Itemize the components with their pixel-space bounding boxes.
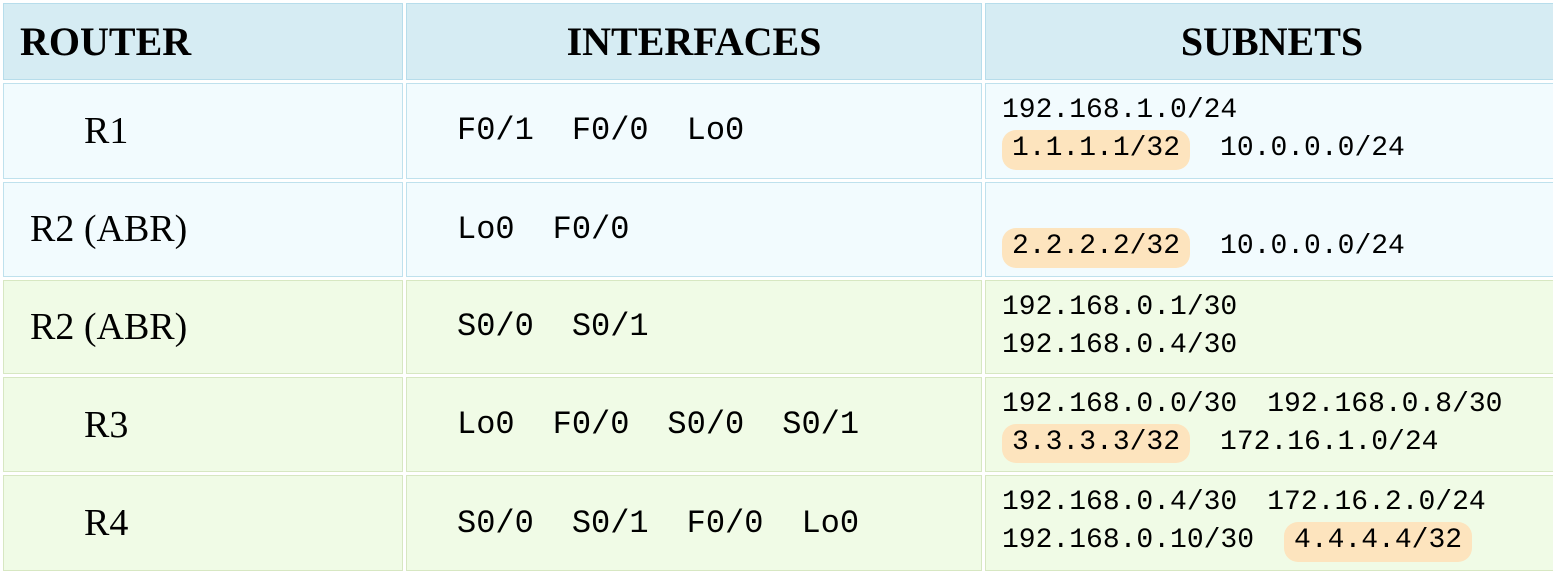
subnet-line: 2.2.2.2/32 10.0.0.0/24: [1002, 228, 1544, 268]
subnets-cell: 192.168.0.1/30192.168.0.4/30: [985, 280, 1553, 374]
table-row: R2 (ABR) S0/0 S0/1 192.168.0.1/30192.168.0.…: [3, 280, 1553, 374]
interface: Lo0: [801, 505, 859, 542]
subnet: 10.0.0.0/24: [1220, 228, 1405, 266]
subnet: 192.168.0.4/30: [1002, 327, 1237, 365]
subnet: 172.16.2.0/24: [1267, 484, 1485, 522]
router-name: R1: [3, 83, 403, 179]
table-row: R4 S0/0 S0/1 F0/0 Lo0 192.168.0.4/30 172.16.2.…: [3, 475, 1553, 571]
header-router: ROUTER: [3, 3, 403, 80]
table-row: R3Lo0F0/0S0/0S0/1192.168.0.0/30192.168.0…: [3, 377, 1553, 473]
subnets-cell: 192.168.1.0/241.1.1.1/32 10.0.0.0/24: [985, 83, 1553, 179]
interface: Lo0: [687, 112, 745, 149]
subnet-line: 192.168.0.4/30: [1002, 327, 1544, 365]
subnet: 172.16.1.0/24: [1220, 424, 1438, 462]
subnet-line: 1.1.1.1/32 10.0.0.0/24: [1002, 130, 1544, 170]
subnet: 192.168.1.0/24: [1002, 92, 1237, 130]
interface: Lo0: [457, 211, 515, 248]
subnets-cell: 192.168.0.0/30 192.168.0.8/30 3.3.3.3/32 17…: [985, 377, 1553, 473]
interface: S0/0: [457, 505, 534, 542]
subnet-highlight: 4.4.4.4/32: [1284, 522, 1472, 562]
interface: F0/0: [572, 112, 649, 149]
subnets-cell: 192.168.0.4/30172.16.2.0/24192.168.0.10/…: [985, 475, 1553, 571]
subnet: 192.168.0.10/30: [1002, 522, 1254, 560]
subnet-highlight: 2.2.2.2/32: [1002, 228, 1190, 268]
subnet-highlight: 3.3.3.3/32: [1002, 424, 1190, 464]
subnet-line: 192.168.0.1/30: [1002, 289, 1544, 327]
subnet-line: 3.3.3.3/32 172.16.1.0/24: [1002, 424, 1544, 464]
subnet-line: 192.168.1.0/24: [1002, 92, 1544, 130]
router-name: R2 (ABR): [3, 280, 403, 374]
router-name: R4: [3, 475, 403, 571]
subnet: 192.168.0.8/30: [1267, 386, 1502, 424]
router-name: R2 (ABR): [3, 182, 403, 278]
subnet: 192.168.0.1/30: [1002, 289, 1237, 327]
subnet-highlight: 1.1.1.1/32: [1002, 130, 1190, 170]
subnet: 10.0.0.0/24: [1220, 130, 1405, 168]
interface: S0/1: [572, 308, 649, 345]
interface: F0/1: [457, 112, 534, 149]
interfaces-cell: Lo0 F0/0: [406, 182, 982, 278]
interface: F0/0: [553, 211, 630, 248]
header-interfaces: INTERFACES: [406, 3, 982, 80]
interfaces-cell: F0/1 F0/0 Lo0: [406, 83, 982, 179]
interfaces-cell: S0/0 S0/1 F0/0 Lo0: [406, 475, 982, 571]
interfaces-cell: S0/0 S0/1: [406, 280, 982, 374]
interfaces-cell: Lo0 F0/0 S0/0 S0/1: [406, 377, 982, 473]
routing-table: ROUTER INTERFACES SUBNETS R1 F0/1 F0/0 Lo0 1…: [0, 0, 1553, 574]
interface: F0/0: [687, 505, 764, 542]
router-name: R3: [3, 377, 403, 473]
subnet-line: 192.168.0.10/30 4.4.4.4/32: [1002, 522, 1544, 562]
header-row: ROUTER INTERFACES SUBNETS: [3, 3, 1553, 80]
interface: Lo0: [457, 406, 515, 443]
table-row: R2 (ABR) Lo0 F0/0 2.2.2.2/32 10.0.0.0/24: [3, 182, 1553, 278]
interface: F0/0: [553, 406, 630, 443]
interface: S0/0: [667, 406, 744, 443]
interface: S0/1: [572, 505, 649, 542]
table-row: R1 F0/1 F0/0 Lo0 192.168.1.0/241.1.1.1/32 10.…: [3, 83, 1553, 179]
header-subnets: SUBNETS: [985, 3, 1553, 80]
subnets-cell: 2.2.2.2/32 10.0.0.0/24: [985, 182, 1553, 278]
subnet-line: [1002, 191, 1544, 229]
subnet: 192.168.0.4/30: [1002, 484, 1237, 522]
subnet: 192.168.0.0/30: [1002, 386, 1237, 424]
subnet-line: 192.168.0.4/30 172.16.2.0/24: [1002, 484, 1544, 522]
subnet-line: 192.168.0.0/30 192.168.0.8/30: [1002, 386, 1544, 424]
interface: S0/1: [782, 406, 859, 443]
interface: S0/0: [457, 308, 534, 345]
